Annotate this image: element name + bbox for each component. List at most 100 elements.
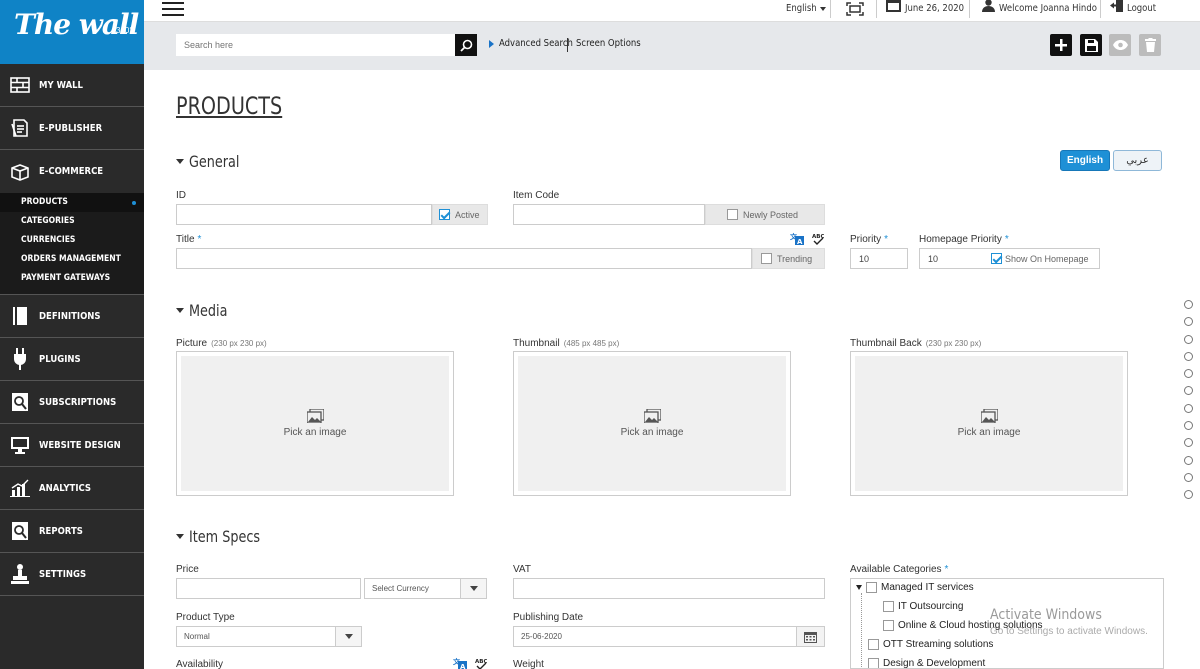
- category-item[interactable]: OTT Streaming solutions: [868, 639, 993, 650]
- publishing-date-value: 25-06-2020: [521, 632, 562, 641]
- user-menu[interactable]: Welcome Joanna Hindo: [982, 0, 1114, 22]
- submenu-item-categories[interactable]: CATEGORIES: [0, 212, 144, 231]
- show-on-homepage-checkbox[interactable]: Show On Homepage: [989, 248, 1100, 269]
- section-nav-dot[interactable]: [1184, 455, 1193, 465]
- item-code-input[interactable]: [513, 204, 705, 225]
- active-checkbox[interactable]: Active: [432, 204, 488, 225]
- vat-input[interactable]: [513, 578, 825, 599]
- sidebar-item-subscriptions[interactable]: SUBSCRIPTIONS: [0, 381, 144, 424]
- currency-select[interactable]: Select Currency: [364, 578, 487, 599]
- product-type-select[interactable]: Normal: [176, 626, 362, 647]
- submenu-item-currencies[interactable]: CURRENCIES: [0, 231, 144, 250]
- category-item[interactable]: IT Outsourcing: [883, 601, 963, 612]
- lang-tab-arabic[interactable]: عربي: [1113, 150, 1162, 171]
- homepage-priority-input[interactable]: [919, 248, 991, 269]
- priority-label: Priority *: [850, 234, 889, 245]
- category-item[interactable]: Design & Development: [868, 658, 986, 669]
- subscriptions-icon: [1, 392, 39, 412]
- divider: [567, 38, 568, 52]
- sidebar-item-reports[interactable]: REPORTS: [0, 510, 144, 553]
- spellcheck-icon[interactable]: ABC: [474, 657, 488, 669]
- newly-posted-checkbox[interactable]: Newly Posted: [705, 204, 825, 225]
- currency-select-value: Select Currency: [372, 584, 429, 593]
- svg-text:文: 文: [453, 657, 461, 666]
- section-nav-dot[interactable]: [1184, 317, 1193, 327]
- title-input[interactable]: [176, 248, 752, 269]
- section-nav-dot[interactable]: [1184, 490, 1193, 500]
- section-media-toggle[interactable]: Media: [176, 301, 237, 320]
- submenu-item-products[interactable]: PRODUCTS: [0, 193, 144, 212]
- sidebar-item-label: WEBSITE DESIGN: [39, 439, 121, 451]
- thumbnail-picker[interactable]: Pick an image: [513, 351, 791, 496]
- advanced-search-link[interactable]: Advanced Search: [489, 38, 586, 49]
- fullscreen-icon[interactable]: [846, 0, 864, 22]
- translate-icon[interactable]: A文: [453, 657, 467, 669]
- product-type-value: Normal: [184, 632, 210, 641]
- translate-icon[interactable]: A文: [790, 232, 804, 247]
- section-title: Item Specs: [189, 527, 261, 546]
- delete-button[interactable]: [1139, 34, 1161, 56]
- sidebar-item-definitions[interactable]: DEFINITIONS: [0, 295, 144, 338]
- section-nav-rail: [1184, 300, 1196, 508]
- price-input[interactable]: [176, 578, 361, 599]
- thumbnail-label: Thumbnail (485 px 485 px): [513, 338, 620, 349]
- categories-tree: Managed IT services IT Outsourcing Onlin…: [850, 578, 1164, 669]
- sidebar-item-e-publisher[interactable]: E-PUBLISHER: [0, 107, 144, 150]
- picture-label: Picture (230 px 230 px): [176, 338, 267, 349]
- section-nav-dot[interactable]: [1184, 351, 1193, 361]
- spellcheck-icon[interactable]: ABC: [811, 232, 825, 247]
- priority-input[interactable]: [850, 248, 908, 269]
- caret-down-icon: [176, 534, 184, 539]
- category-label: IT Outsourcing: [898, 601, 964, 612]
- category-label: Design & Development: [883, 658, 986, 669]
- section-nav-dot[interactable]: [1184, 472, 1193, 482]
- sidebar-item-my-wall[interactable]: MY WALL: [0, 64, 144, 107]
- search-input[interactable]: [176, 34, 456, 56]
- sidebar-item-e-commerce[interactable]: E-COMMERCE: [0, 150, 144, 193]
- weight-label: Weight: [513, 659, 544, 669]
- logout-button[interactable]: Logout: [1110, 0, 1161, 22]
- section-title: Media: [189, 301, 228, 320]
- search-button[interactable]: [455, 34, 477, 56]
- section-nav-dot[interactable]: [1184, 369, 1193, 379]
- hamburger-menu-icon[interactable]: [162, 2, 184, 18]
- checkbox-checked-icon: [439, 209, 450, 220]
- add-button[interactable]: [1050, 34, 1072, 56]
- section-nav-dot[interactable]: [1184, 334, 1193, 344]
- section-item-specs-toggle[interactable]: Item Specs: [176, 527, 278, 546]
- sidebar-item-label: PLUGINS: [39, 353, 81, 365]
- id-input[interactable]: [176, 204, 432, 225]
- sidebar-item-analytics[interactable]: ANALYTICS: [0, 467, 144, 510]
- trending-checkbox[interactable]: Trending: [752, 248, 825, 269]
- section-nav-dot[interactable]: [1184, 438, 1193, 448]
- section-nav-dot[interactable]: [1184, 403, 1193, 413]
- submenu-item-payment-gateways[interactable]: PAYMENT GATEWAYS: [0, 269, 144, 288]
- sidebar-item-plugins[interactable]: PLUGINS: [0, 338, 144, 381]
- section-nav-dot[interactable]: [1184, 300, 1193, 309]
- calendar-icon[interactable]: [796, 627, 824, 646]
- picture-picker[interactable]: Pick an image: [176, 351, 454, 496]
- lang-tab-english[interactable]: English: [1060, 150, 1110, 171]
- sidebar-item-label: SETTINGS: [39, 568, 87, 580]
- svg-text:文: 文: [790, 232, 798, 241]
- section-nav-dot[interactable]: [1184, 386, 1193, 396]
- monitor-icon: [1, 436, 39, 454]
- logo[interactable]: The wall 360°: [0, 0, 144, 64]
- screen-options-label: Screen Options: [576, 38, 641, 49]
- topbar: English June 26, 2020 Welcome Joanna Hin…: [144, 0, 1200, 22]
- sidebar: The wall 360° MY WALL E-PUBLISHER E-COMM…: [0, 0, 144, 669]
- category-item[interactable]: Managed IT services: [856, 582, 974, 593]
- preview-button[interactable]: [1109, 34, 1131, 56]
- save-button[interactable]: [1080, 34, 1102, 56]
- thumbnail-back-picker[interactable]: Pick an image: [850, 351, 1128, 496]
- settings-icon: [1, 563, 39, 585]
- section-nav-dot[interactable]: [1184, 421, 1193, 431]
- availability-label: Availability: [176, 659, 224, 669]
- screen-options-link[interactable]: Screen Options: [576, 38, 652, 49]
- language-selector[interactable]: English: [786, 0, 827, 22]
- publishing-date-input[interactable]: 25-06-2020: [513, 626, 825, 647]
- sidebar-item-settings[interactable]: SETTINGS: [0, 553, 144, 596]
- section-general-toggle[interactable]: General: [176, 152, 252, 171]
- sidebar-item-website-design[interactable]: WEBSITE DESIGN: [0, 424, 144, 467]
- submenu-item-orders-management[interactable]: ORDERS MANAGEMENT: [0, 250, 144, 269]
